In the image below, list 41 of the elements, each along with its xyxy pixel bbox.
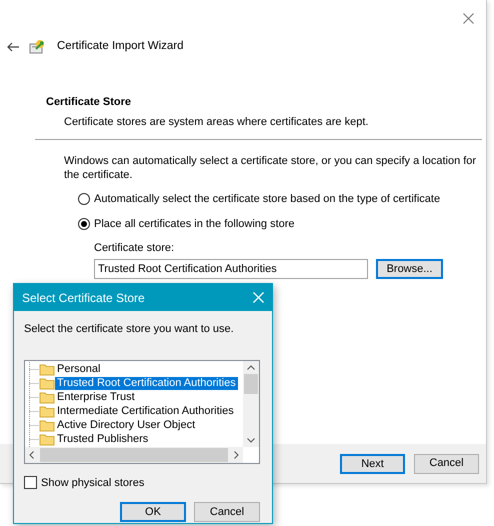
tree-item[interactable]: Intermediate Certification Authorities [55, 405, 236, 418]
folder-icon [39, 391, 55, 404]
tree-item[interactable]: Trusted Publishers [55, 433, 150, 446]
radio-label[interactable]: Automatically select the certificate store based on the type of certificate [94, 191, 440, 208]
scroll-up-icon[interactable] [247, 364, 255, 370]
vertical-scrollbar[interactable] [243, 360, 259, 446]
scroll-thumb[interactable] [244, 374, 258, 394]
field-label: Certificate store: [94, 241, 176, 256]
page-subtitle: Certificate stores are system areas where certificates are kept. [64, 114, 370, 130]
default-button[interactable]: Next [340, 454, 405, 474]
page-heading: Certificate Store [46, 95, 132, 110]
folder-icon [39, 419, 55, 432]
back-arrow-icon[interactable] [7, 42, 19, 52]
scroll-left-icon[interactable] [29, 450, 34, 458]
default-button[interactable]: OK [120, 502, 186, 522]
folder-icon [39, 363, 55, 376]
dialog-button[interactable]: Cancel [194, 502, 260, 522]
radio-label[interactable]: Place all certificates in the following store [94, 216, 295, 232]
radio-button[interactable] [78, 193, 90, 206]
close-icon[interactable] [463, 12, 474, 24]
tree-item[interactable]: Enterprise Trust [55, 391, 137, 404]
scroll-right-icon[interactable] [234, 450, 239, 458]
dialog-button[interactable]: Cancel [414, 454, 479, 474]
intro-text: Windows can automatically select a certificate store, or you can specify a location for the certificate. [64, 154, 478, 182]
dialog-prompt: Select the certificate store you want to use. [24, 322, 235, 337]
window-title: Certificate Import Wizard [57, 39, 184, 54]
tree-item[interactable]: Personal [55, 363, 102, 376]
certificate-store-field[interactable]: Trusted Root Certification Authorities [94, 258, 368, 278]
dialog-title: Select Certificate Store [22, 290, 145, 306]
folder-icon [39, 405, 55, 418]
radio-button[interactable] [78, 218, 90, 230]
folder-icon [39, 377, 55, 390]
browse-button[interactable]: Browse... [376, 258, 443, 278]
scroll-down-icon[interactable] [247, 438, 255, 442]
tree-item[interactable]: Trusted Root Certification Authorities [55, 377, 238, 390]
scroll-thumb[interactable] [40, 448, 228, 462]
checkbox-label: Show physical stores [41, 476, 144, 490]
certificate-icon [29, 39, 47, 55]
tree-item[interactable]: Active Directory User Object [55, 419, 198, 432]
horizontal-scrollbar[interactable] [25, 446, 243, 462]
checkbox[interactable] [24, 476, 37, 490]
